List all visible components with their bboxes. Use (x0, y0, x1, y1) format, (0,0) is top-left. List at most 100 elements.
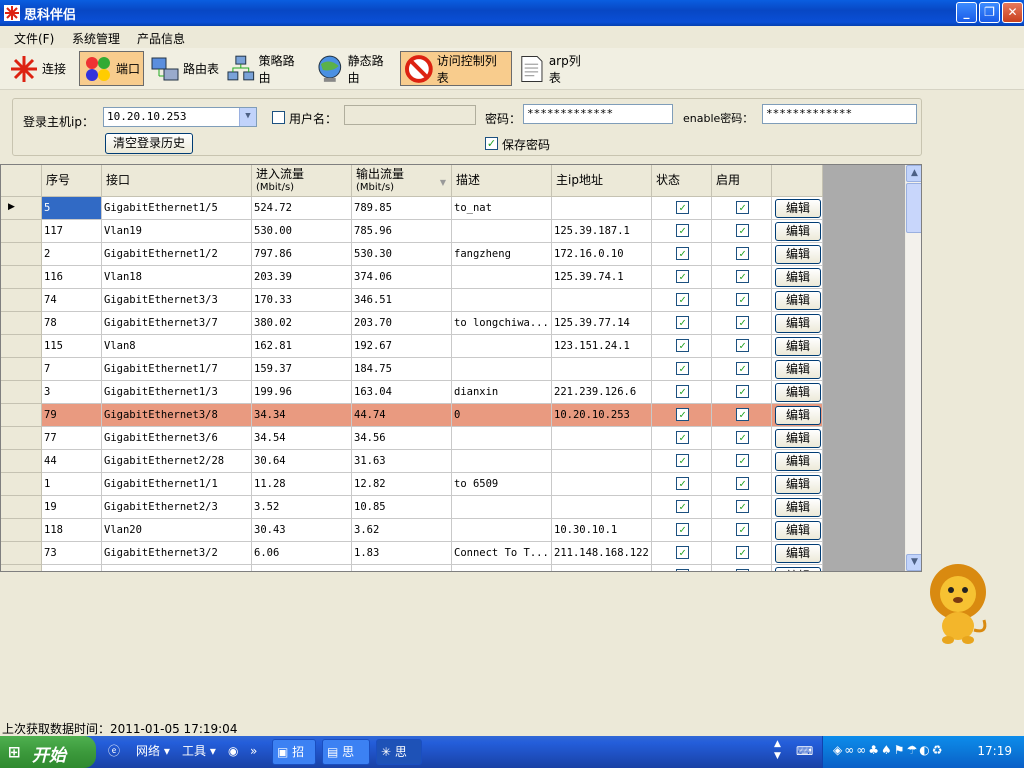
password-input[interactable]: ************* (523, 104, 673, 124)
status-checkbox[interactable]: ✓ (676, 316, 689, 329)
cell-in-traffic[interactable]: 524.72 (252, 197, 352, 220)
cell-out-traffic[interactable]: 785.96 (352, 220, 452, 243)
row-header[interactable] (1, 289, 42, 312)
edit-button[interactable]: 编辑 (775, 452, 821, 471)
cell-interface[interactable]: GigabitEthernet1/2 (102, 243, 252, 266)
cell-out-traffic[interactable]: 3.62 (352, 519, 452, 542)
edit-button[interactable]: 编辑 (775, 475, 821, 494)
cell-interface[interactable]: GigabitEthernet1/5 (102, 197, 252, 220)
cell-interface[interactable]: GigabitEthernet1/3 (102, 381, 252, 404)
tool-static-route[interactable]: 静态路由 (312, 51, 398, 86)
cell-id[interactable]: 78 (42, 312, 102, 335)
minimize-button[interactable]: _ (956, 2, 977, 23)
cell-description[interactable] (452, 266, 552, 289)
cell-description[interactable]: 0 (452, 404, 552, 427)
cell-out-traffic[interactable] (352, 565, 452, 571)
table-row[interactable]: 78 GigabitEthernet3/7 380.02 203.70 to longc… (1, 312, 823, 335)
row-header[interactable] (1, 243, 42, 266)
cell-description[interactable] (452, 496, 552, 519)
status-checkbox[interactable]: ✓ (676, 523, 689, 536)
cell-interface[interactable]: Vlan19 (102, 220, 252, 243)
cell-out-traffic[interactable]: 203.70 (352, 312, 452, 335)
tool-connect[interactable]: 连接 (6, 51, 74, 86)
col-header-enabled[interactable]: 启用 (712, 165, 772, 197)
taskbar-scroll-arrows-icon[interactable]: ▲ ▼ (774, 738, 781, 762)
cell-interface[interactable]: Vlan18 (102, 266, 252, 289)
cell-out-traffic[interactable]: 12.82 (352, 473, 452, 496)
status-checkbox[interactable]: ✓ (676, 362, 689, 375)
edit-button[interactable]: 编辑 (775, 429, 821, 448)
edit-button[interactable]: 编辑 (775, 245, 821, 264)
cell-id[interactable]: 3 (42, 381, 102, 404)
cell-primary-ip[interactable] (552, 289, 652, 312)
interface-grid[interactable]: 序号 接口 进入流量 (Mbit/s) 输出流量 (Mbit/s) ▼ 描述 主… (0, 164, 922, 572)
table-row[interactable]: 79 GigabitEthernet3/8 34.34 44.74 0 10.20.10.… (1, 404, 823, 427)
keyboard-icon[interactable]: ⌨ (796, 740, 813, 764)
menu-system[interactable]: 系统管理 (72, 30, 120, 47)
cell-in-traffic[interactable] (252, 565, 352, 571)
tool-routing-table[interactable]: 路由表 (147, 51, 222, 86)
edit-button[interactable]: 编辑 (775, 406, 821, 425)
cell-interface[interactable]: GigabitEthernet1/7 (102, 358, 252, 381)
enable-password-input[interactable]: ************* (762, 104, 917, 124)
enabled-checkbox[interactable]: ✓ (736, 569, 749, 571)
edit-button[interactable]: 编辑 (775, 222, 821, 241)
cell-in-traffic[interactable]: 797.86 (252, 243, 352, 266)
cell-out-traffic[interactable]: 10.85 (352, 496, 452, 519)
cell-description[interactable]: fangzheng (452, 243, 552, 266)
cell-id[interactable]: 117 (42, 220, 102, 243)
cell-id[interactable]: 73 (42, 542, 102, 565)
cell-in-traffic[interactable]: 3.52 (252, 496, 352, 519)
cell-interface[interactable]: GigabitEthernet2/3 (102, 496, 252, 519)
maximize-button[interactable]: ❐ (979, 2, 1000, 23)
table-row[interactable]: 1 GigabitEthernet1/1 11.28 12.82 to 6509 ✓ ✓ 编辑 (1, 473, 823, 496)
edit-button[interactable]: 编辑 (775, 498, 821, 517)
status-checkbox[interactable]: ✓ (676, 385, 689, 398)
cell-description[interactable] (452, 450, 552, 473)
cell-in-traffic[interactable]: 34.34 (252, 404, 352, 427)
enabled-checkbox[interactable]: ✓ (736, 293, 749, 306)
cell-description[interactable]: to longchiwa... (452, 312, 552, 335)
enabled-checkbox[interactable]: ✓ (736, 247, 749, 260)
cell-description[interactable]: to_nat (452, 197, 552, 220)
grid-vertical-scrollbar[interactable]: ▲ ▼ (905, 165, 921, 571)
cell-description[interactable] (452, 519, 552, 542)
cell-in-traffic[interactable]: 162.81 (252, 335, 352, 358)
cell-primary-ip[interactable] (552, 450, 652, 473)
enabled-checkbox[interactable]: ✓ (736, 477, 749, 490)
cell-interface[interactable]: GigabitEthernet3/6 (102, 427, 252, 450)
cell-in-traffic[interactable]: 30.43 (252, 519, 352, 542)
cell-interface[interactable]: GigabitEthernet1/1 (102, 473, 252, 496)
edit-button[interactable]: 编辑 (775, 544, 821, 563)
cell-out-traffic[interactable]: 31.63 (352, 450, 452, 473)
cell-id[interactable]: 77 (42, 427, 102, 450)
tool-acl[interactable]: 访问控制列表 (400, 51, 512, 86)
cell-description[interactable]: dianxin (452, 381, 552, 404)
row-header[interactable] (1, 519, 42, 542)
row-header[interactable] (1, 542, 42, 565)
cell-out-traffic[interactable]: 44.74 (352, 404, 452, 427)
cell-primary-ip[interactable]: 10.20.10.253 (552, 404, 652, 427)
clear-history-button[interactable]: 清空登录历史 (105, 133, 193, 154)
cell-id[interactable]: 115 (42, 335, 102, 358)
username-input[interactable] (344, 105, 476, 125)
cell-in-traffic[interactable]: 6.06 (252, 542, 352, 565)
status-checkbox[interactable]: ✓ (676, 546, 689, 559)
cell-interface[interactable]: GigabitEthernet3/2 (102, 542, 252, 565)
menu-product[interactable]: 产品信息 (137, 30, 185, 47)
cell-primary-ip[interactable] (552, 358, 652, 381)
cell-primary-ip[interactable]: 125.39.77.14 (552, 312, 652, 335)
current-row-indicator-icon[interactable]: ▶ (1, 197, 42, 220)
row-header[interactable] (1, 404, 42, 427)
username-checkbox[interactable] (272, 111, 285, 124)
network-toolbar[interactable]: 网络 ▾ (136, 740, 170, 764)
cell-id[interactable]: 116 (42, 266, 102, 289)
row-header[interactable] (1, 381, 42, 404)
row-header[interactable] (1, 450, 42, 473)
cell-out-traffic[interactable]: 192.67 (352, 335, 452, 358)
close-button[interactable]: ✕ (1002, 2, 1023, 23)
status-checkbox[interactable]: ✓ (676, 500, 689, 513)
taskbar-task-2[interactable]: ▤ 思 (322, 739, 370, 765)
chevron-down-icon[interactable]: ▼ (239, 108, 256, 126)
cell-interface[interactable]: GigabitEthernet3/8 (102, 404, 252, 427)
